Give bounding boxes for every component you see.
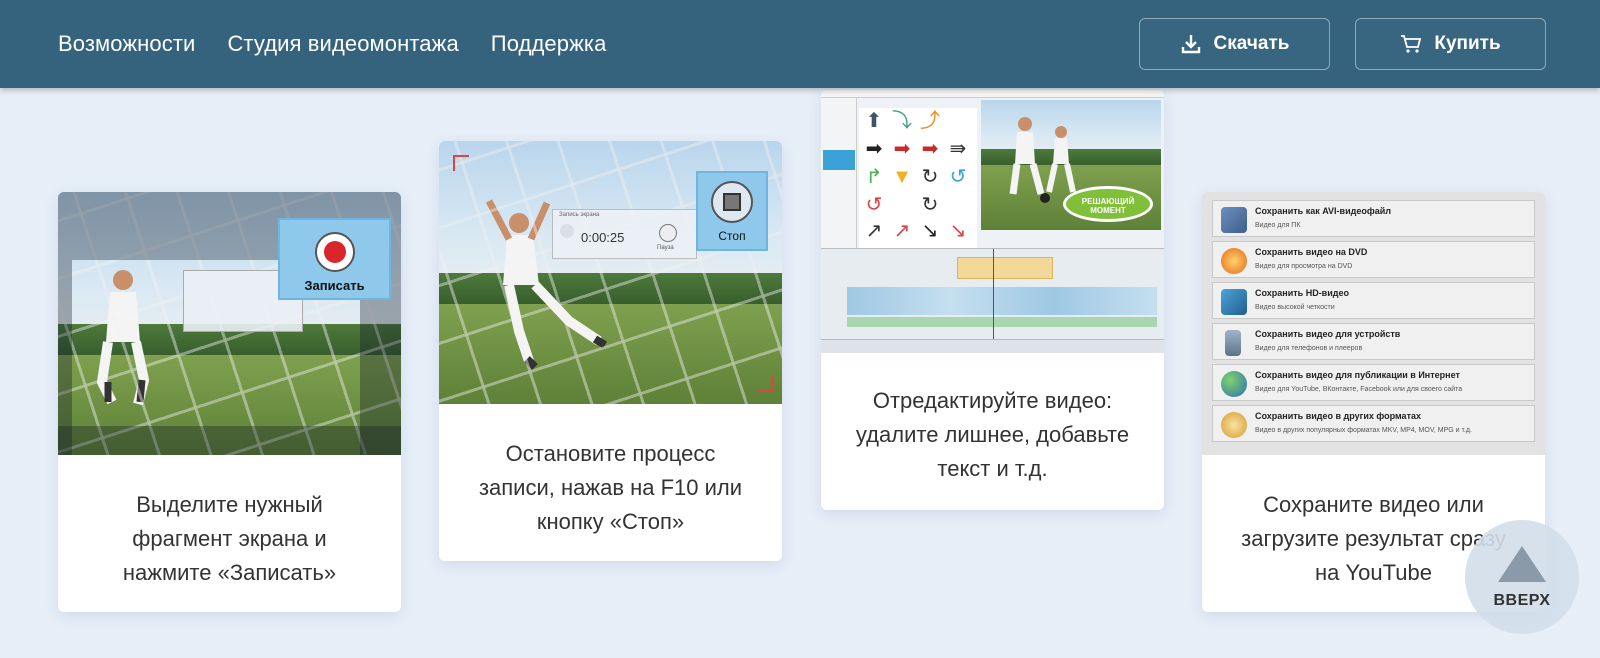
step-caption: Отредактируйте видео: удалите лишнее, до… bbox=[855, 388, 1130, 481]
buy-label: Купить bbox=[1434, 33, 1501, 54]
editor-menubar bbox=[821, 90, 1164, 98]
scroll-to-top-label: ВВЕРХ bbox=[1493, 592, 1551, 609]
screenshot-select-area: Записать bbox=[58, 192, 401, 455]
top-navbar: Возможности Студия видеомонтажа Поддержк… bbox=[0, 0, 1600, 88]
buy-button[interactable]: Купить bbox=[1355, 18, 1546, 70]
arrow-stickers-grid: ⬆ ⤵ ⤴ ➡ ➡ ➡ ⇛ ↱ ▼ ↻ ↺ ↺ ↻ ↗ ↗ ↘ ↘ bbox=[859, 108, 977, 248]
save-option-desc: Видео высокой четкости bbox=[1255, 304, 1335, 311]
step-caption: Остановите процесс записи, нажав на F10 … bbox=[478, 441, 743, 534]
step-card-stop: Запись экрана 0:00:25 Пауза Стоп Останов… bbox=[439, 141, 782, 561]
save-options-list: Сохранить как AVI-видеофайл Видео для ПК… bbox=[1202, 192, 1545, 455]
step-card-edit: ⬆ ⤵ ⤴ ➡ ➡ ➡ ⇛ ↱ ▼ ↻ ↺ ↺ ↻ ↗ ↗ ↘ ↘ РЕШАЮЩ… bbox=[821, 90, 1164, 510]
download-label: Скачать bbox=[1213, 33, 1290, 54]
save-option-desc: Видео для просмотра на DVD bbox=[1255, 263, 1353, 270]
record-button[interactable]: Записать bbox=[278, 218, 391, 300]
save-option-title: Сохранить видео для устройств bbox=[1255, 329, 1401, 339]
download-icon bbox=[1180, 33, 1202, 55]
save-option-title: Сохранить HD-видео bbox=[1255, 288, 1349, 298]
save-option-title: Сохранить видео на DVD bbox=[1255, 247, 1368, 257]
pause-button[interactable] bbox=[659, 224, 677, 242]
save-option[interactable]: Сохранить видео на DVD Видео для просмот… bbox=[1212, 241, 1535, 278]
editor-sidebar bbox=[821, 98, 857, 248]
editor-timeline bbox=[821, 248, 1164, 353]
save-option[interactable]: Сохранить видео для устройств Видео для … bbox=[1212, 323, 1535, 360]
recording-timer: 0:00:25 bbox=[581, 230, 625, 245]
screenshot-save-options: Сохранить как AVI-видеофайл Видео для ПК… bbox=[1202, 192, 1545, 455]
save-option[interactable]: Сохранить как AVI-видеофайл Видео для ПК bbox=[1212, 200, 1535, 237]
stop-label: Стоп bbox=[718, 229, 746, 243]
save-option[interactable]: Сохранить видео в других форматах Видео … bbox=[1212, 405, 1535, 442]
save-option-desc: Видео в других популярных форматах MKV, … bbox=[1255, 427, 1472, 434]
timer-panel-title: Запись экрана bbox=[559, 212, 600, 218]
save-option-title: Сохранить как AVI-видеофайл bbox=[1255, 206, 1391, 216]
save-option-desc: Видео для YouTube, ВКонтакте, Facebook и… bbox=[1255, 386, 1463, 393]
nav-link-features[interactable]: Возможности bbox=[58, 31, 195, 57]
screenshot-video-editor: ⬆ ⤵ ⤴ ➡ ➡ ➡ ⇛ ↱ ▼ ↻ ↺ ↺ ↻ ↗ ↗ ↘ ↘ РЕШАЮЩ… bbox=[821, 90, 1164, 353]
save-option[interactable]: Сохранить видео для публикации в Интерне… bbox=[1212, 364, 1535, 401]
save-option-title: Сохранить видео для публикации в Интерне… bbox=[1255, 370, 1460, 380]
stop-icon bbox=[711, 181, 753, 223]
record-label: Записать bbox=[304, 278, 365, 293]
globe-icon bbox=[1221, 371, 1247, 397]
record-icon bbox=[314, 232, 355, 272]
step-caption: Выделите нужный фрагмент экрана и нажмит… bbox=[122, 492, 337, 585]
film-icon bbox=[1221, 207, 1247, 233]
save-option-desc: Видео для телефонов и плееров bbox=[1255, 345, 1363, 352]
phone-icon bbox=[1225, 330, 1241, 356]
download-button[interactable]: Скачать bbox=[1139, 18, 1330, 70]
save-option-title: Сохранить видео в других форматах bbox=[1255, 411, 1421, 421]
stop-button[interactable]: Стоп bbox=[696, 171, 768, 251]
nav-link-support[interactable]: Поддержка bbox=[491, 31, 607, 57]
screenshot-stop-recording: Запись экрана 0:00:25 Пауза Стоп bbox=[439, 141, 782, 404]
scroll-to-top-button[interactable]: ВВЕРХ bbox=[1465, 520, 1579, 634]
save-option-desc: Видео для ПК bbox=[1255, 222, 1301, 229]
main-nav: Возможности Студия видеомонтажа Поддержк… bbox=[58, 0, 606, 88]
pause-label: Пауза bbox=[657, 245, 674, 251]
monitor-icon bbox=[1221, 289, 1247, 315]
step-card-select: Записать Выделите нужный фрагмент экрана… bbox=[58, 192, 401, 612]
cart-icon bbox=[1400, 34, 1422, 54]
editor-video-preview: РЕШАЮЩИЙ МОМЕНТ bbox=[981, 100, 1161, 230]
dvd-icon bbox=[1221, 248, 1247, 274]
film-reel-icon bbox=[1221, 412, 1247, 438]
text-bubble-overlay: РЕШАЮЩИЙ МОМЕНТ bbox=[1063, 186, 1153, 222]
arrow-up-icon bbox=[1498, 546, 1546, 582]
nav-link-video-studio[interactable]: Студия видеомонтажа bbox=[227, 31, 458, 57]
save-option[interactable]: Сохранить HD-видео Видео высокой четкост… bbox=[1212, 282, 1535, 319]
recording-timer-panel: Запись экрана 0:00:25 Пауза bbox=[552, 209, 697, 259]
